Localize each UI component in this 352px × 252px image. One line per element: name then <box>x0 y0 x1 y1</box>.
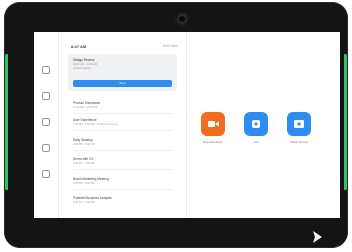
list-item[interactable]: User Experience 1:00 PM - 2:00 PM · Conf… <box>73 118 173 131</box>
new-meeting-label: New Meeting ▾ <box>203 140 223 144</box>
list-item[interactable]: Brand Marketing Meeting 4:00 PM - 5:00 P… <box>73 177 173 190</box>
current-meeting-card[interactable]: Design Review 10:00 AM - 11:00 AM Joined… <box>68 54 177 91</box>
meeting-time: 2:00 PM - 3:00 PM <box>73 143 95 146</box>
share-screen-tile[interactable] <box>287 112 311 136</box>
list-divider <box>73 150 173 151</box>
new-meeting-tile[interactable] <box>201 112 225 136</box>
meeting-time: 5:00 PM - 6:00 PM <box>73 201 95 204</box>
list-item[interactable]: Product Discussion 11:00 AM - 12:00 PM <box>73 101 173 114</box>
list-item[interactable]: Daily Standup 2:00 PM - 3:00 PM <box>73 138 173 151</box>
list-divider <box>73 169 173 170</box>
current-meeting-title: Design Review <box>73 58 95 62</box>
camera-icon <box>175 12 189 26</box>
device-accent-right <box>344 54 347 190</box>
meeting-title: Demo with CS <box>73 157 94 161</box>
join-icon <box>252 120 260 128</box>
meeting-time: 4:00 PM - 5:00 PM <box>73 182 95 185</box>
list-divider <box>73 130 173 131</box>
meeting-title: Product Discussion <box>73 101 101 105</box>
start-button[interactable]: Start <box>73 80 172 87</box>
home-icon[interactable] <box>42 66 50 74</box>
settings-icon[interactable] <box>42 170 50 178</box>
new-meeting-button[interactable]: New Meeting ▾ <box>201 112 225 144</box>
device-frame: 8:47 AM Edit Home Design Review 10:00 AM… <box>4 2 348 248</box>
list-divider <box>73 113 173 114</box>
share-screen-label: Share Screen <box>289 140 309 144</box>
meeting-title: Daily Standup <box>73 138 93 142</box>
pen-icon[interactable] <box>42 144 50 152</box>
device-screen: 8:47 AM Edit Home Design Review 10:00 AM… <box>34 32 340 218</box>
list-item[interactable]: Potential Business Analysis 5:00 PM - 6:… <box>73 196 173 204</box>
meeting-title: Brand Marketing Meeting <box>73 177 109 181</box>
phone-icon[interactable] <box>42 92 50 100</box>
share-screen-button[interactable]: Share Screen <box>287 112 311 144</box>
join-tile[interactable] <box>244 112 268 136</box>
meeting-title: User Experience <box>73 118 97 122</box>
device-accent-left <box>5 54 8 190</box>
join-button[interactable]: Join <box>244 112 268 144</box>
clock-time: 8:47 AM <box>71 44 87 49</box>
edit-home-link[interactable]: Edit Home <box>163 44 178 48</box>
meetings-panel: 8:47 AM Edit Home Design Review 10:00 AM… <box>59 32 187 218</box>
share-screen-icon <box>294 120 304 128</box>
list-item[interactable]: Demo with CS 3:00 PM - 4:00 PM <box>73 157 173 170</box>
calendar-icon[interactable] <box>42 118 50 126</box>
current-meeting-time: 10:00 AM - 11:00 AM <box>73 63 98 66</box>
current-meeting-status: Joined meeting <box>73 67 91 70</box>
side-rail <box>34 32 59 218</box>
meeting-time: 11:00 AM - 12:00 PM <box>73 106 98 109</box>
device-logo-icon <box>313 231 322 243</box>
video-icon <box>208 121 219 127</box>
join-label: Join <box>253 140 259 144</box>
meeting-time: 1:00 PM - 2:00 PM · Conference Room <box>73 123 118 126</box>
meeting-title: Potential Business Analysis <box>73 196 112 200</box>
list-divider <box>73 189 173 190</box>
meeting-time: 3:00 PM - 4:00 PM <box>73 162 95 165</box>
